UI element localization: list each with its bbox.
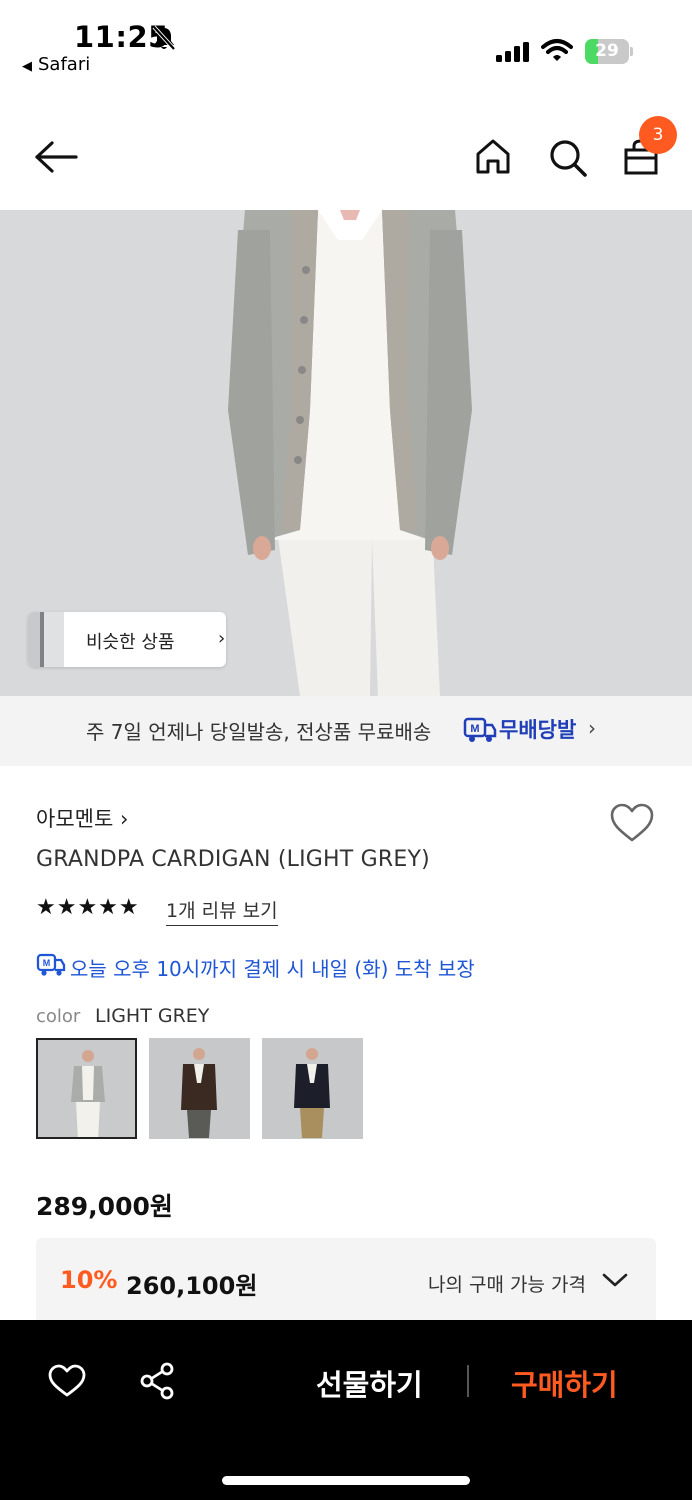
bottom-action-bar: 선물하기 구매하기 [0,1320,692,1500]
color-swatch-light-grey[interactable] [36,1038,137,1139]
svg-text:M: M [43,958,51,968]
bell-off-icon [150,24,178,56]
similar-product-thumbnail [28,612,66,667]
delivery-truck-icon: M [36,952,66,982]
arrival-guarantee-text: 오늘 오후 10시까지 결제 시 내일 (화) 도착 보장 [70,957,475,981]
delivery-brand-label: 무배당발 [499,718,577,742]
delivery-banner-text: 주 7일 언제나 당일발송, 전상품 무료배송 [86,720,432,744]
battery-level: 29 [595,41,619,61]
chevron-right-icon: › [588,716,596,740]
free-delivery-banner[interactable]: 주 7일 언제나 당일발송, 전상품 무료배송 M 무배당발 › [0,696,692,766]
wishlist-heart-icon[interactable] [48,1364,86,1402]
brand-name: 아모멘토 [36,807,114,831]
brand-link[interactable]: 아모멘토 › [36,803,128,833]
chevron-right-icon: › [218,628,226,649]
delivery-truck-icon: M [463,716,497,748]
original-price: 289,000원 [36,1192,173,1221]
color-option-label: color [36,1006,81,1027]
discount-percent: 10% [60,1266,118,1294]
top-nav [0,110,692,210]
battery-icon: 29 [585,39,633,64]
home-indicator [222,1476,470,1485]
wishlist-heart-icon[interactable] [609,802,655,848]
share-icon[interactable] [139,1362,175,1404]
rating-stars: ★★★★★ [36,895,140,920]
back-arrow-icon[interactable] [34,140,78,178]
back-to-app-link[interactable]: ◀ Safari [22,54,90,75]
svg-text:M: M [470,723,479,735]
buy-button[interactable]: 구매하기 [511,1362,618,1404]
my-price-label: 나의 구매 가능 가격 [428,1274,586,1296]
wifi-icon [541,38,573,66]
status-bar: 11:25 ◀ Safari 29 [0,0,692,90]
similar-products-label: 비슷한 상품 [86,632,175,653]
my-price-panel[interactable]: 10% 260,100원 나의 구매 가능 가격 [36,1238,656,1320]
color-swatch-brown[interactable] [149,1038,250,1139]
home-icon[interactable] [474,137,512,179]
color-swatch-navy[interactable] [262,1038,363,1139]
selected-color-value: LIGHT GREY [95,1005,210,1027]
cellular-signal-icon [496,42,530,66]
search-icon[interactable] [548,138,588,182]
cart-count-badge: 3 [639,116,677,154]
product-title: GRANDPA CARDIGAN (LIGHT GREY) [36,847,430,872]
chevron-down-icon[interactable] [602,1272,628,1292]
divider [467,1365,469,1397]
discount-price: 260,100원 [126,1272,258,1300]
back-app-label: Safari [38,54,91,75]
gift-button[interactable]: 선물하기 [316,1362,423,1404]
view-reviews-link[interactable]: 1개 리뷰 보기 [166,896,278,926]
similar-products-button[interactable]: 비슷한 상품 › [28,612,226,667]
